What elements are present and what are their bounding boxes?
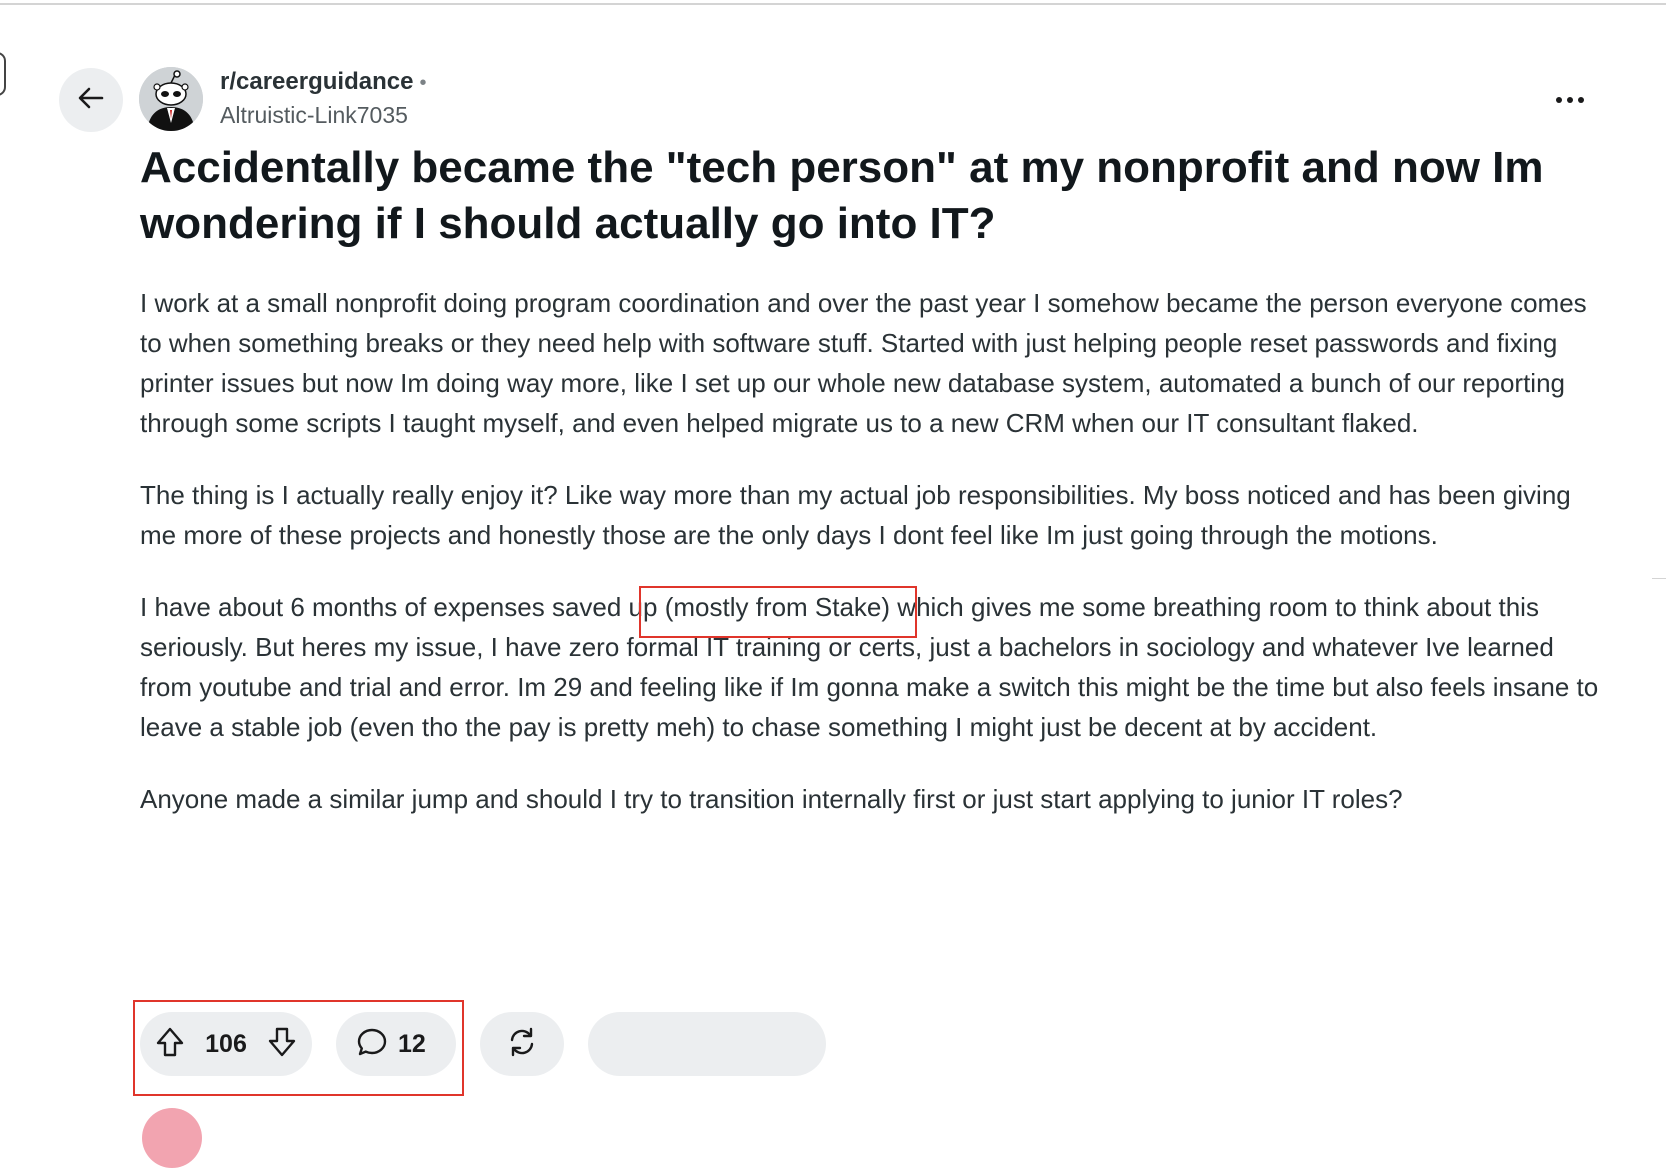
highlighted-phrase-text: (mostly from Stake) — [664, 592, 891, 622]
post-paragraph-3: I have about 6 months of expenses saved … — [140, 586, 1610, 747]
top-divider — [0, 3, 1666, 5]
post-paragraph-4: Anyone made a similar jump and should I … — [140, 784, 1403, 814]
arrow-left-icon — [76, 83, 106, 118]
post-meta: r/careerguidance • Altruistic-Link7035 — [220, 68, 426, 129]
more-options-button[interactable] — [1546, 80, 1594, 120]
author-link[interactable]: Altruistic-Link7035 — [220, 102, 426, 129]
highlighted-phrase: (mostly from Stake) — [638, 586, 917, 638]
meta-separator: • — [419, 72, 427, 94]
snoo-icon — [139, 67, 203, 131]
side-divider — [1652, 578, 1666, 579]
paragraph-3-start: I have about 6 months of expenses saved … — [140, 592, 665, 622]
edge-control-fragment — [0, 52, 6, 96]
action-bar-highlight-box — [133, 1000, 464, 1096]
ellipsis-icon — [1555, 91, 1585, 109]
post-body: I work at a small nonprofit doing progra… — [140, 283, 1610, 851]
subreddit-link[interactable]: r/careerguidance — [220, 68, 413, 95]
post-paragraph-1: I work at a small nonprofit doing progra… — [140, 288, 1587, 438]
share-button-placeholder[interactable] — [588, 1012, 826, 1076]
post-title: Accidentally became the "tech person" at… — [140, 143, 1544, 248]
post-paragraph-2: The thing is I actually really enjoy it?… — [140, 480, 1571, 550]
subreddit-avatar[interactable] — [139, 67, 203, 131]
crosspost-icon — [506, 1026, 538, 1063]
comment-avatar-peek — [142, 1108, 202, 1168]
back-button[interactable] — [59, 68, 123, 132]
crosspost-button[interactable] — [480, 1012, 564, 1076]
